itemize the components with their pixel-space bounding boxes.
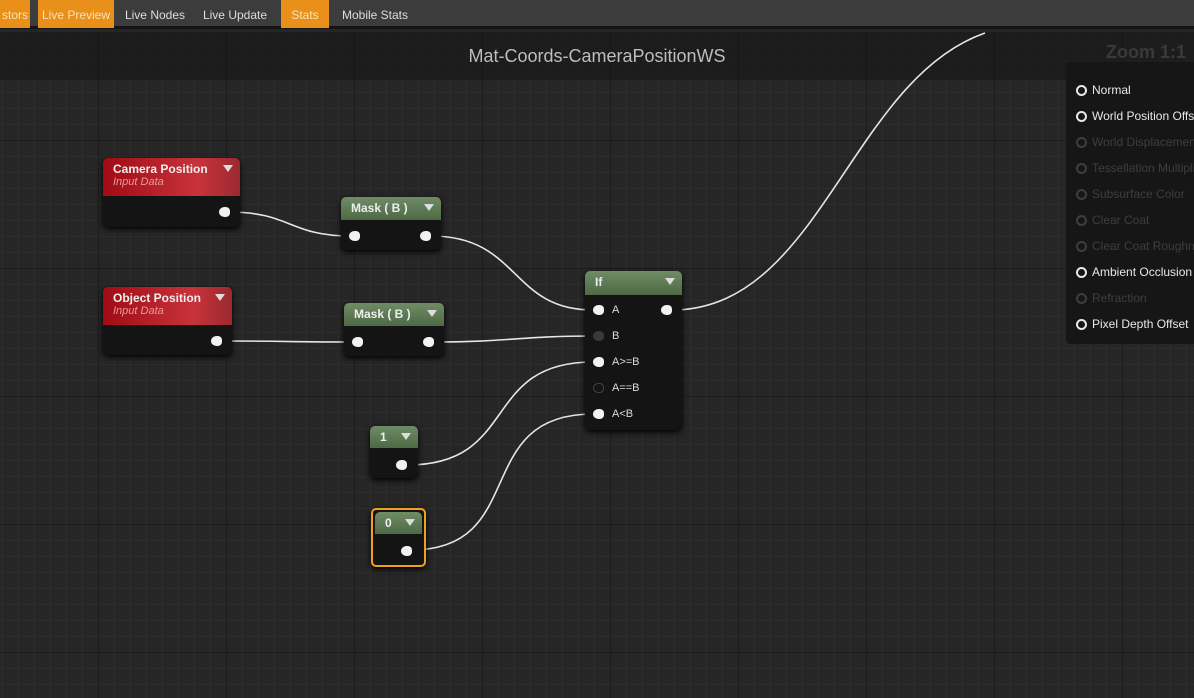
pin-label: Ambient Occlusion xyxy=(1092,265,1193,279)
node-title: Camera Position xyxy=(113,162,208,176)
pin-label: Pixel Depth Offset xyxy=(1092,317,1189,331)
wire-mask1-if-a xyxy=(430,235,594,311)
chevron-down-icon[interactable] xyxy=(215,294,225,301)
material-input-pin[interactable]: Pixel Depth Offset xyxy=(1076,317,1189,331)
input-pin-a-ge-b[interactable] xyxy=(593,357,604,367)
node-constant-0-selected[interactable]: 0 xyxy=(371,508,426,567)
output-pin[interactable] xyxy=(401,546,412,556)
chevron-down-icon[interactable] xyxy=(665,278,675,285)
material-input-pin[interactable]: Subsurface Color xyxy=(1076,187,1185,201)
node-if[interactable]: If A B A>=B A==B A<B xyxy=(585,271,682,430)
pin-ring-icon xyxy=(1076,136,1087,148)
material-input-pin[interactable]: Ambient Occlusion xyxy=(1076,265,1192,279)
wire-object-mask2 xyxy=(220,340,353,343)
output-pin[interactable] xyxy=(420,231,431,241)
pin-ring-icon xyxy=(1076,84,1087,96)
wire-if-output xyxy=(671,32,986,311)
input-pin-a[interactable] xyxy=(593,305,604,315)
pin-label: Clear Coat xyxy=(1092,213,1150,227)
node-subtitle: Input Data xyxy=(113,305,164,317)
pin-label: A>=B xyxy=(612,356,640,368)
output-pin[interactable] xyxy=(661,305,672,315)
pin-label: World Displacement xyxy=(1092,135,1194,149)
input-pin[interactable] xyxy=(352,337,363,347)
material-input-pin[interactable]: Normal xyxy=(1076,83,1131,97)
node-title: Mask ( B ) xyxy=(351,201,408,215)
wire-camera-mask1 xyxy=(228,211,351,237)
node-constant-1[interactable]: 1 xyxy=(370,426,418,478)
output-pin[interactable] xyxy=(211,336,222,346)
pin-label: Clear Coat Roughness xyxy=(1092,239,1194,253)
input-pin[interactable] xyxy=(349,231,360,241)
material-input-pin[interactable]: Clear Coat xyxy=(1076,213,1149,227)
pin-ring-icon xyxy=(1076,110,1087,122)
material-input-pin[interactable]: World Position Offset xyxy=(1076,109,1194,123)
material-input-pin[interactable]: Refraction xyxy=(1076,291,1147,305)
chevron-down-icon[interactable] xyxy=(427,310,437,317)
material-input-pin[interactable]: World Displacement xyxy=(1076,135,1194,149)
node-title: 0 xyxy=(385,516,392,530)
pin-label: A xyxy=(612,304,620,316)
node-title: 1 xyxy=(380,430,387,444)
node-title: Object Position xyxy=(113,291,202,305)
pin-label: Refraction xyxy=(1092,291,1147,305)
chevron-down-icon[interactable] xyxy=(401,433,411,440)
wire-const0-if-alb xyxy=(410,413,594,551)
wire-mask2-if-b xyxy=(432,335,594,343)
output-pin[interactable] xyxy=(219,207,230,217)
pin-ring-icon xyxy=(1076,240,1087,252)
input-pin-a-eq-b[interactable] xyxy=(593,383,604,393)
chevron-down-icon[interactable] xyxy=(405,519,415,526)
output-pin[interactable] xyxy=(396,460,407,470)
pin-label: A==B xyxy=(612,382,640,394)
material-input-pin[interactable]: Tessellation Multiplier xyxy=(1076,161,1194,175)
chevron-down-icon[interactable] xyxy=(223,165,233,172)
node-object-position[interactable]: Object Position Input Data xyxy=(103,287,232,355)
pin-label: A<B xyxy=(612,408,634,420)
material-input-pin[interactable]: Clear Coat Roughness xyxy=(1076,239,1194,253)
pin-ring-icon xyxy=(1076,266,1087,278)
pin-label: Tessellation Multiplier xyxy=(1092,161,1194,175)
pin-ring-icon xyxy=(1076,214,1087,226)
pin-label: B xyxy=(612,330,620,342)
pin-label: Subsurface Color xyxy=(1092,187,1185,201)
node-camera-position[interactable]: Camera Position Input Data xyxy=(103,158,240,227)
node-title: Mask ( B ) xyxy=(354,307,411,321)
node-subtitle: Input Data xyxy=(113,176,164,188)
material-result-node[interactable]: Normal World Position Offset World Displac… xyxy=(1066,62,1194,344)
chevron-down-icon[interactable] xyxy=(424,204,434,211)
node-mask-2[interactable]: Mask ( B ) xyxy=(344,303,444,356)
node-mask-1[interactable]: Mask ( B ) xyxy=(341,197,441,250)
pin-ring-icon xyxy=(1076,318,1087,330)
pin-label: World Position Offset xyxy=(1092,109,1194,123)
pin-label: Normal xyxy=(1092,83,1131,97)
input-pin-a-lt-b[interactable] xyxy=(593,409,604,419)
pin-ring-icon xyxy=(1076,188,1087,200)
node-title: If xyxy=(595,275,603,289)
input-pin-b[interactable] xyxy=(593,331,604,341)
pin-ring-icon xyxy=(1076,292,1087,304)
output-pin[interactable] xyxy=(423,337,434,347)
pin-ring-icon xyxy=(1076,162,1087,174)
wire-const1-if-ageb xyxy=(406,361,594,466)
